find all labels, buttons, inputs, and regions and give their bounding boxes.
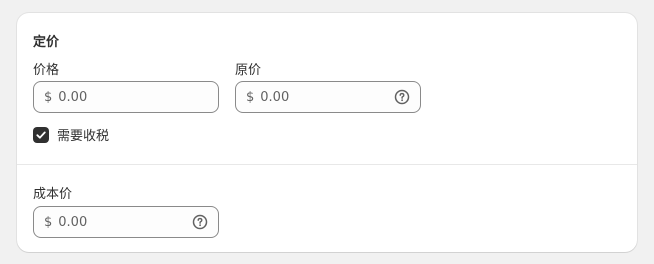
cost-per-item-input[interactable] bbox=[58, 214, 188, 230]
price-currency-prefix: $ bbox=[44, 89, 53, 105]
charge-tax-checkbox[interactable] bbox=[33, 126, 49, 143]
price-field[interactable]: $ bbox=[33, 81, 219, 113]
question-circle-icon[interactable] bbox=[394, 89, 410, 105]
checkmark-icon bbox=[36, 131, 46, 139]
cost-per-item-label: 成本价 bbox=[33, 187, 73, 202]
charge-tax-label: 需要收税 bbox=[57, 129, 110, 144]
cost-per-item-currency-prefix: $ bbox=[44, 214, 53, 230]
compare-at-price-label: 原价 bbox=[235, 63, 262, 78]
charge-tax-option[interactable]: 需要收税 bbox=[33, 125, 109, 144]
pricing-section: 定价 价格 $ 原价 $ 需要收税 bbox=[17, 13, 637, 164]
question-circle-icon[interactable] bbox=[192, 214, 208, 230]
compare-at-price-currency-prefix: $ bbox=[246, 89, 255, 105]
compare-at-price-field[interactable]: $ bbox=[235, 81, 421, 113]
card-title: 定价 bbox=[33, 35, 60, 50]
pricing-card: 定价 价格 $ 原价 $ 需要收税 bbox=[17, 13, 637, 252]
compare-at-price-input[interactable] bbox=[260, 89, 390, 105]
price-label: 价格 bbox=[33, 63, 60, 78]
price-input[interactable] bbox=[58, 89, 208, 105]
cost-section: 成本价 $ bbox=[17, 165, 637, 252]
cost-per-item-field[interactable]: $ bbox=[33, 206, 219, 238]
